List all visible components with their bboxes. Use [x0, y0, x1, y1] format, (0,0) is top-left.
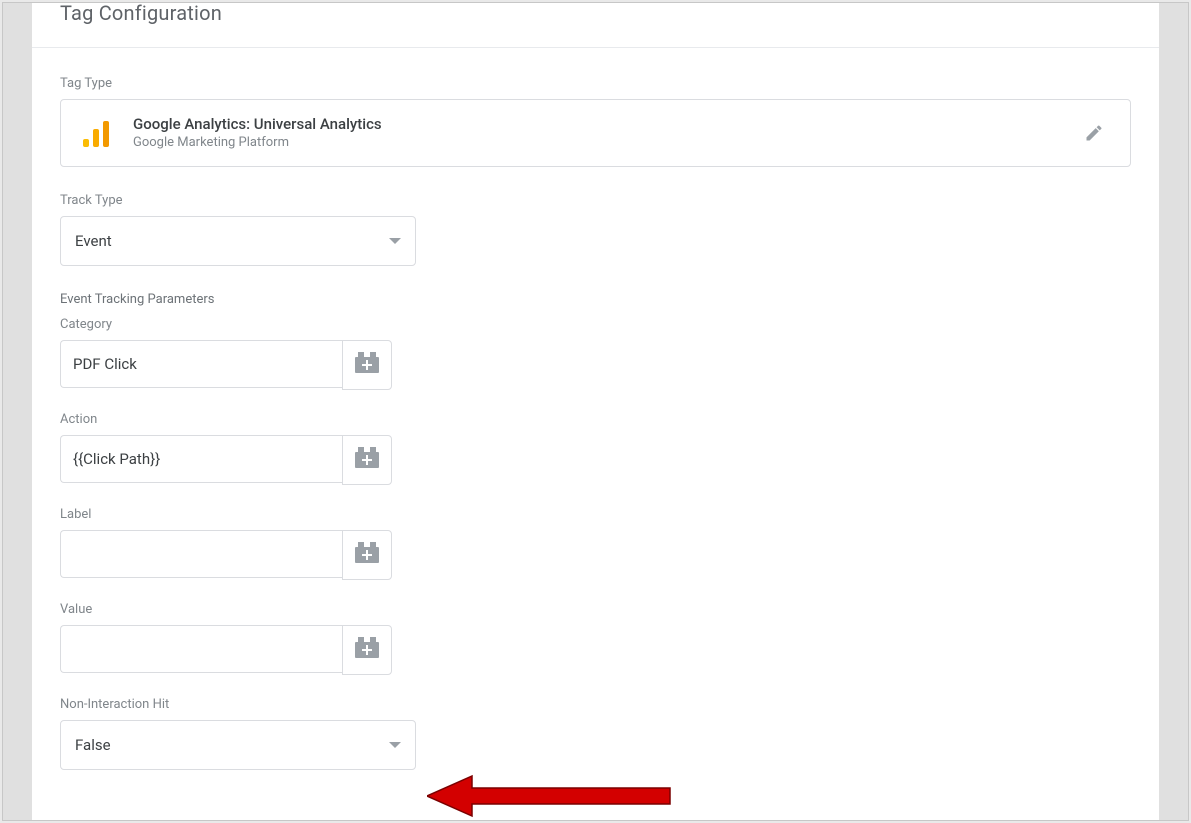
tag-type-title: Google Analytics: Universal Analytics	[133, 114, 1076, 134]
tag-type-card[interactable]: Google Analytics: Universal Analytics Go…	[60, 99, 1131, 167]
variable-brick-icon	[355, 642, 379, 658]
value-field-label: Value	[60, 602, 1131, 617]
label-field-label: Label	[60, 507, 1131, 522]
tag-type-label: Tag Type	[60, 76, 1131, 91]
analytics-bars-icon	[79, 119, 113, 147]
pencil-icon	[1084, 123, 1104, 143]
action-variable-button[interactable]	[342, 435, 392, 485]
tag-type-subtitle: Google Marketing Platform	[133, 134, 1076, 152]
category-label: Category	[60, 317, 1131, 332]
section-title: Tag Configuration	[60, 3, 222, 25]
label-input[interactable]	[60, 530, 342, 578]
value-input[interactable]	[60, 625, 342, 673]
category-variable-button[interactable]	[342, 340, 392, 390]
variable-brick-icon	[355, 547, 379, 563]
variable-brick-icon	[355, 357, 379, 373]
track-type-select[interactable]: Event	[60, 216, 416, 266]
action-label: Action	[60, 412, 1131, 427]
edit-tag-type-button[interactable]	[1076, 115, 1112, 151]
action-input[interactable]	[60, 435, 342, 483]
track-type-label: Track Type	[60, 193, 1131, 208]
section-header: Tag Configuration	[32, 3, 1159, 48]
chevron-down-icon	[389, 742, 401, 748]
variable-brick-icon	[355, 452, 379, 468]
category-input[interactable]	[60, 340, 342, 388]
track-type-value: Event	[75, 232, 389, 250]
non-interaction-label: Non-Interaction Hit	[60, 697, 1131, 712]
value-variable-button[interactable]	[342, 625, 392, 675]
chevron-down-icon	[389, 238, 401, 244]
event-params-heading: Event Tracking Parameters	[60, 292, 1131, 307]
tag-configuration-panel: Tag Configuration Tag Type Google Analyt…	[31, 3, 1160, 820]
label-variable-button[interactable]	[342, 530, 392, 580]
non-interaction-value: False	[75, 736, 389, 754]
non-interaction-select[interactable]: False	[60, 720, 416, 770]
